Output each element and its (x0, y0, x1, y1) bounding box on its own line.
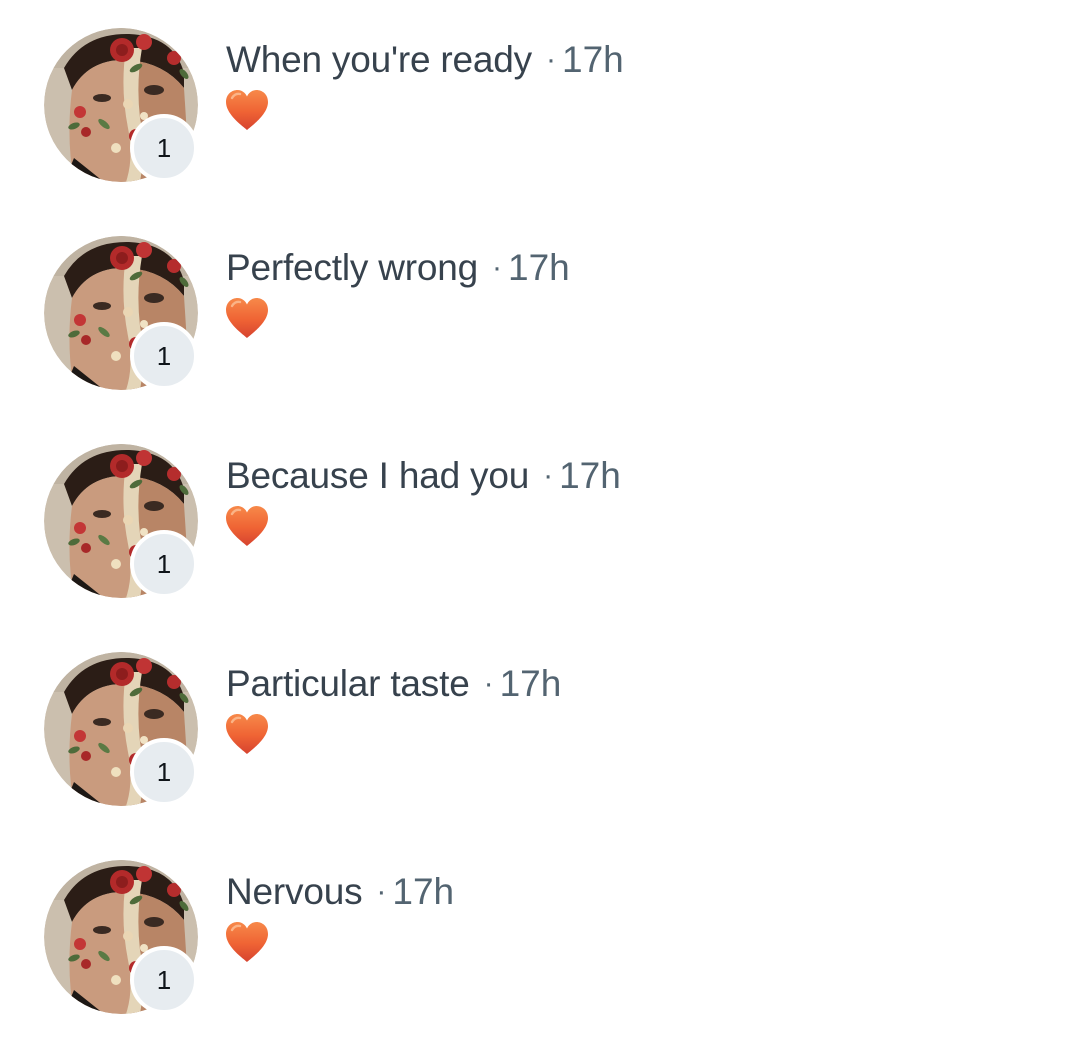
separator-dot: · (376, 875, 387, 908)
list-item[interactable]: 1 When you're ready · 17h (0, 0, 1076, 208)
timestamp: 17h (562, 39, 624, 80)
timestamp: 17h (559, 455, 621, 496)
orange-heart-icon (224, 504, 270, 548)
item-header: When you're ready · 17h (226, 38, 624, 85)
avatar-with-count[interactable]: 1 (44, 28, 198, 182)
timestamp: 17h (499, 663, 562, 704)
orange-heart-icon (224, 712, 270, 756)
count-badge: 1 (130, 946, 198, 1014)
count-badge: 1 (130, 738, 198, 806)
separator-dot: · (546, 43, 556, 76)
separator-dot: · (492, 251, 502, 284)
timestamp: 17h (508, 247, 570, 288)
separator-dot: · (483, 667, 494, 700)
orange-heart-icon (224, 88, 270, 132)
item-name[interactable]: Perfectly wrong (226, 247, 478, 288)
item-name[interactable]: Particular taste (226, 663, 470, 704)
count-badge: 1 (130, 530, 198, 598)
list-item[interactable]: 1 Particular taste · 17h (0, 624, 1076, 832)
avatar-with-count[interactable]: 1 (44, 236, 198, 390)
notification-feed: 1 When you're ready · 17h 1 Perfectly wron… (0, 0, 1076, 1042)
item-name[interactable]: Nervous (226, 871, 363, 912)
item-header: Particular taste · 17h (226, 662, 561, 709)
list-item[interactable]: 1 Perfectly wrong · 17h (0, 208, 1076, 416)
list-item[interactable]: 1 Nervous · 17h (0, 832, 1076, 1040)
item-header: Perfectly wrong · 17h (226, 246, 570, 293)
item-header: Because I had you · 17h (226, 454, 621, 501)
avatar-with-count[interactable]: 1 (44, 444, 198, 598)
item-name[interactable]: Because I had you (226, 455, 529, 496)
item-header: Nervous · 17h (226, 870, 454, 917)
count-badge: 1 (130, 114, 198, 182)
orange-heart-icon (224, 920, 270, 964)
item-name[interactable]: When you're ready (226, 39, 532, 80)
orange-heart-icon (224, 296, 270, 340)
count-badge: 1 (130, 322, 198, 390)
avatar-with-count[interactable]: 1 (44, 652, 198, 806)
list-item[interactable]: 1 Because I had you · 17h (0, 416, 1076, 624)
separator-dot: · (543, 459, 554, 492)
avatar-with-count[interactable]: 1 (44, 860, 198, 1014)
timestamp: 17h (392, 871, 455, 912)
